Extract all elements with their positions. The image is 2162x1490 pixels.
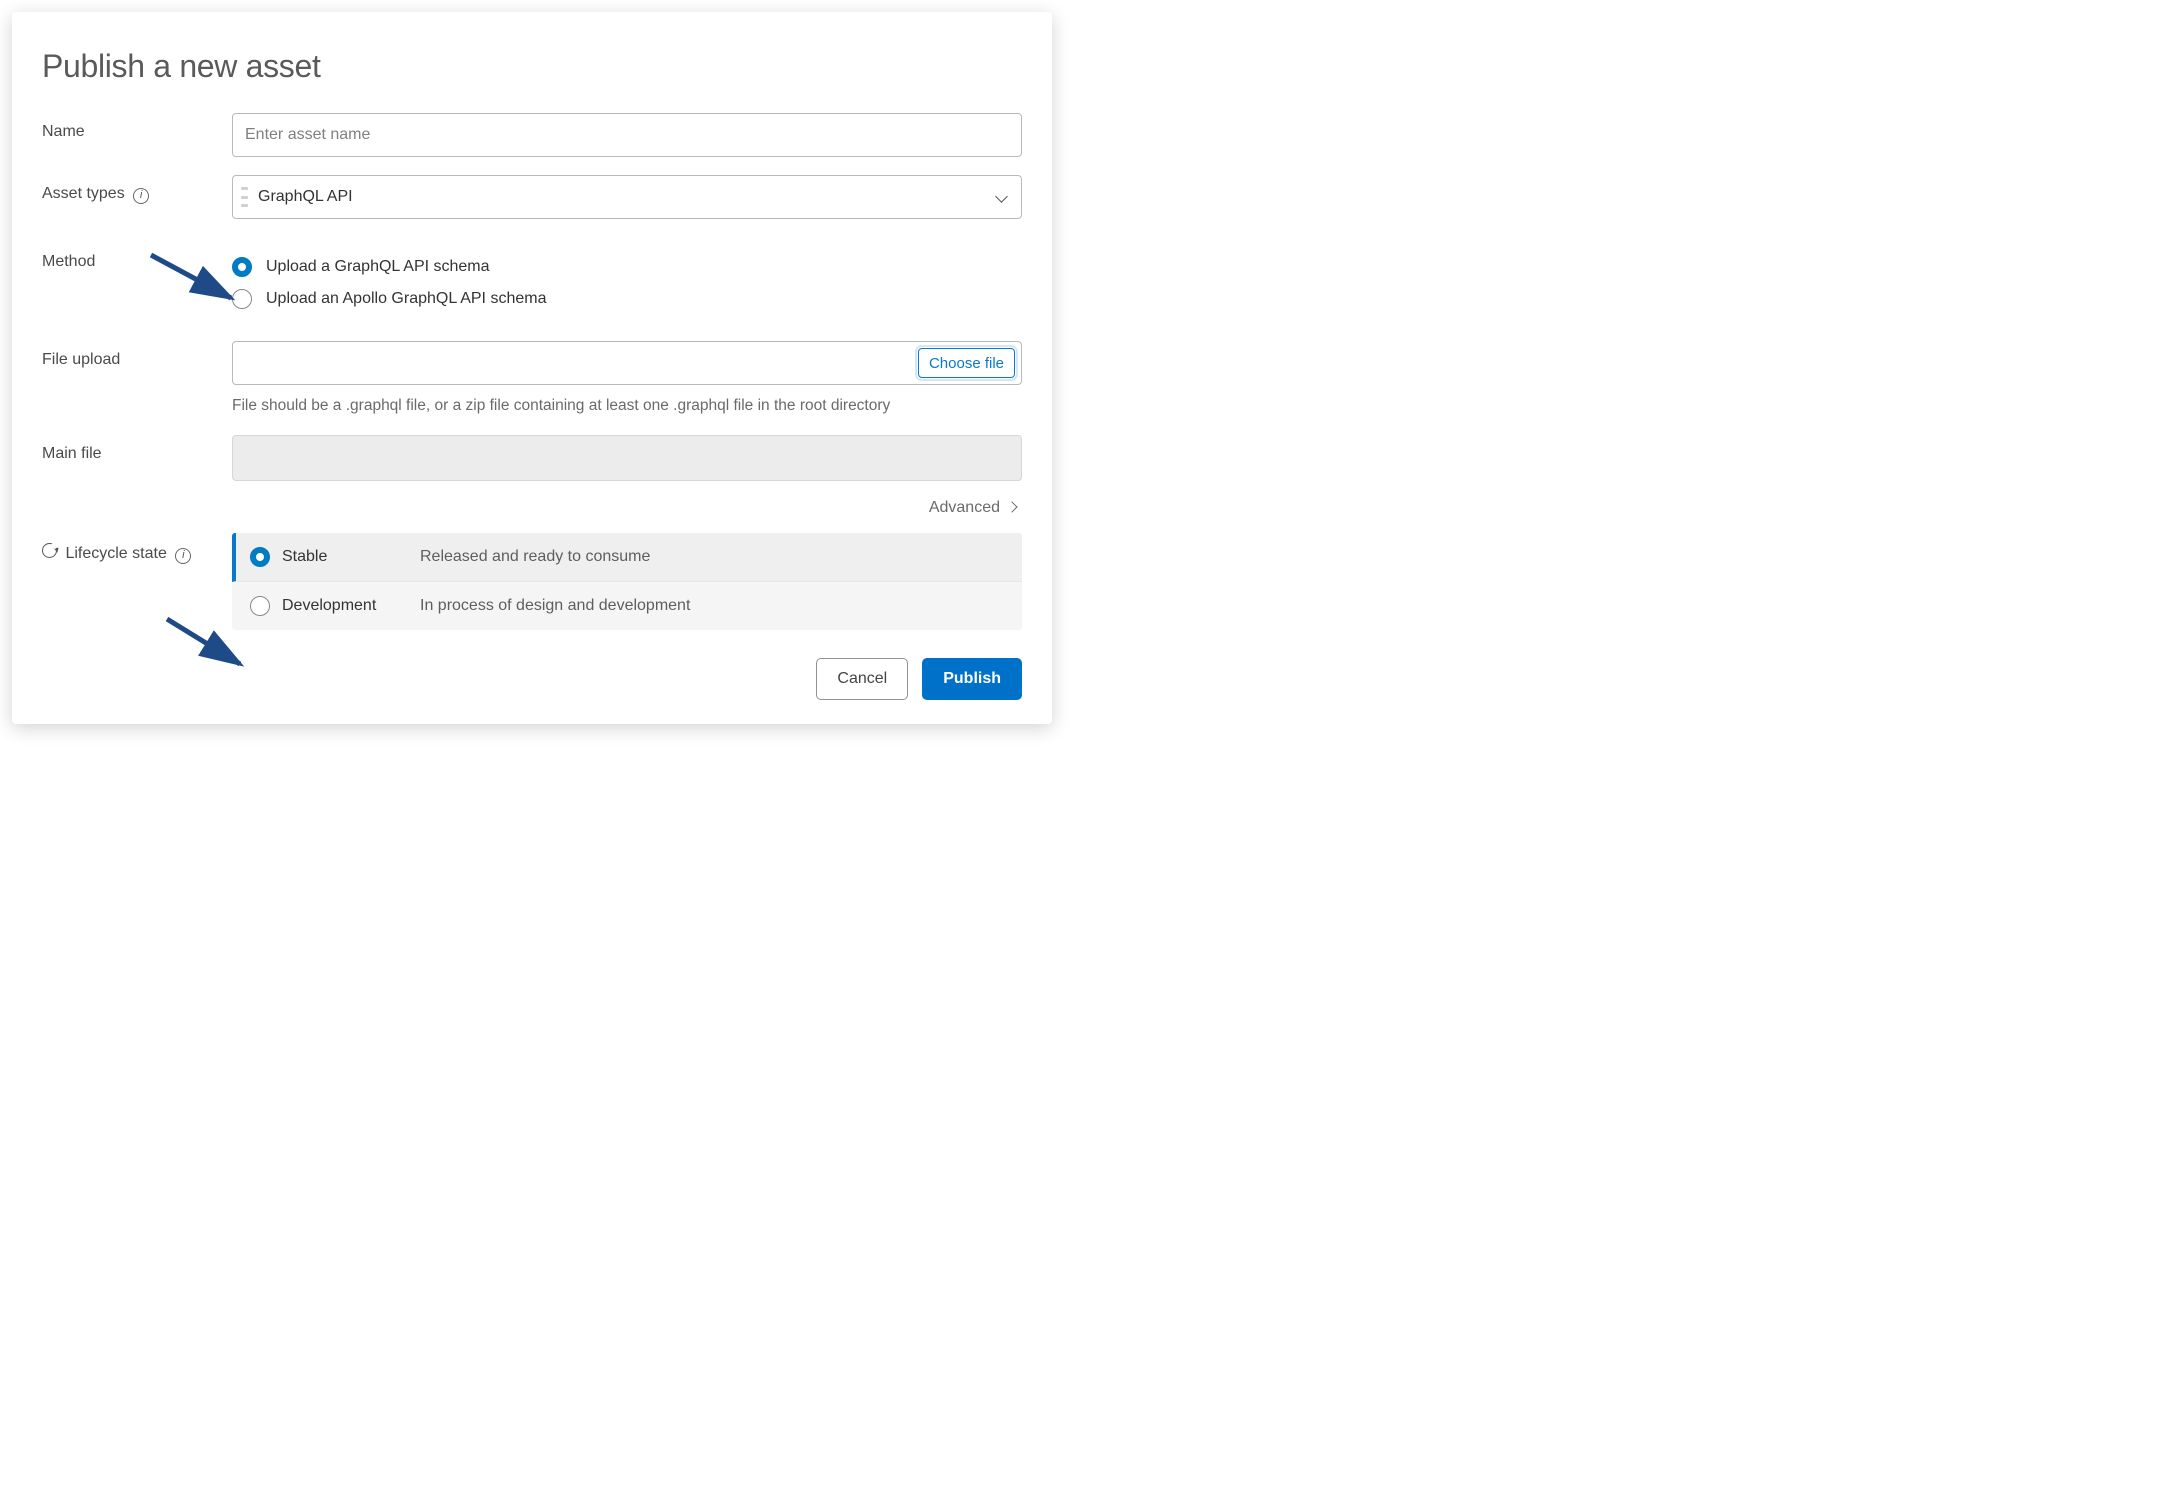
chevron-right-icon: [1008, 503, 1018, 513]
method-option-apollo[interactable]: Upload an Apollo GraphQL API schema: [232, 283, 1022, 315]
publish-button[interactable]: Publish: [922, 658, 1022, 700]
dialog-actions: Cancel Publish: [42, 658, 1022, 700]
lifecycle-options: Stable Released and ready to consume Dev…: [232, 533, 1022, 630]
asset-type-selected: GraphQL API: [258, 188, 353, 206]
file-upload-box: Choose file: [232, 341, 1022, 385]
main-file-input: [232, 435, 1022, 481]
chevron-down-icon: [995, 190, 1009, 204]
lifecycle-option-development[interactable]: Development In process of design and dev…: [232, 582, 1022, 630]
lifecycle-name-label: Development: [282, 597, 376, 615]
method-option-label: Upload a GraphQL API schema: [266, 258, 490, 276]
label-main-file: Main file: [42, 435, 232, 463]
label-file-upload: File upload: [42, 341, 232, 369]
advanced-toggle[interactable]: Advanced: [929, 499, 1018, 517]
radio-checked-icon: [232, 257, 252, 277]
lifecycle-desc: In process of design and development: [420, 597, 690, 615]
lifecycle-icon: [42, 543, 57, 558]
row-file-upload: File upload Choose file File should be a…: [42, 341, 1022, 415]
publish-asset-dialog: Publish a new asset Name Asset types i G…: [12, 12, 1052, 724]
lifecycle-desc: Released and ready to consume: [420, 548, 650, 566]
file-upload-helper: File should be a .graphql file, or a zip…: [232, 397, 1022, 415]
row-method: Method Upload a GraphQL API schema Uploa…: [42, 243, 1022, 323]
radio-checked-icon: [250, 547, 270, 567]
asset-name-input[interactable]: [232, 113, 1022, 157]
label-method: Method: [42, 243, 232, 271]
radio-unchecked-icon: [250, 596, 270, 616]
label-lifecycle: Lifecycle state i: [42, 533, 232, 564]
method-option-label: Upload an Apollo GraphQL API schema: [266, 290, 546, 308]
drag-handle-icon: [241, 187, 248, 207]
cancel-button[interactable]: Cancel: [816, 658, 908, 700]
label-name: Name: [42, 113, 232, 141]
choose-file-button[interactable]: Choose file: [918, 348, 1015, 378]
radio-unchecked-icon: [232, 289, 252, 309]
row-name: Name: [42, 113, 1022, 157]
info-icon[interactable]: i: [133, 188, 149, 204]
method-option-graphql[interactable]: Upload a GraphQL API schema: [232, 251, 1022, 283]
label-asset-types: Asset types i: [42, 175, 232, 204]
row-asset-types: Asset types i GraphQL API: [42, 175, 1022, 219]
row-lifecycle: Lifecycle state i Stable Released and re…: [42, 533, 1022, 630]
asset-type-select[interactable]: GraphQL API: [232, 175, 1022, 219]
lifecycle-name-label: Stable: [282, 548, 327, 566]
lifecycle-option-stable[interactable]: Stable Released and ready to consume: [232, 533, 1022, 582]
row-main-file: Main file: [42, 435, 1022, 481]
info-icon[interactable]: i: [175, 548, 191, 564]
dialog-title: Publish a new asset: [42, 48, 1022, 85]
row-advanced: Advanced: [42, 499, 1022, 517]
